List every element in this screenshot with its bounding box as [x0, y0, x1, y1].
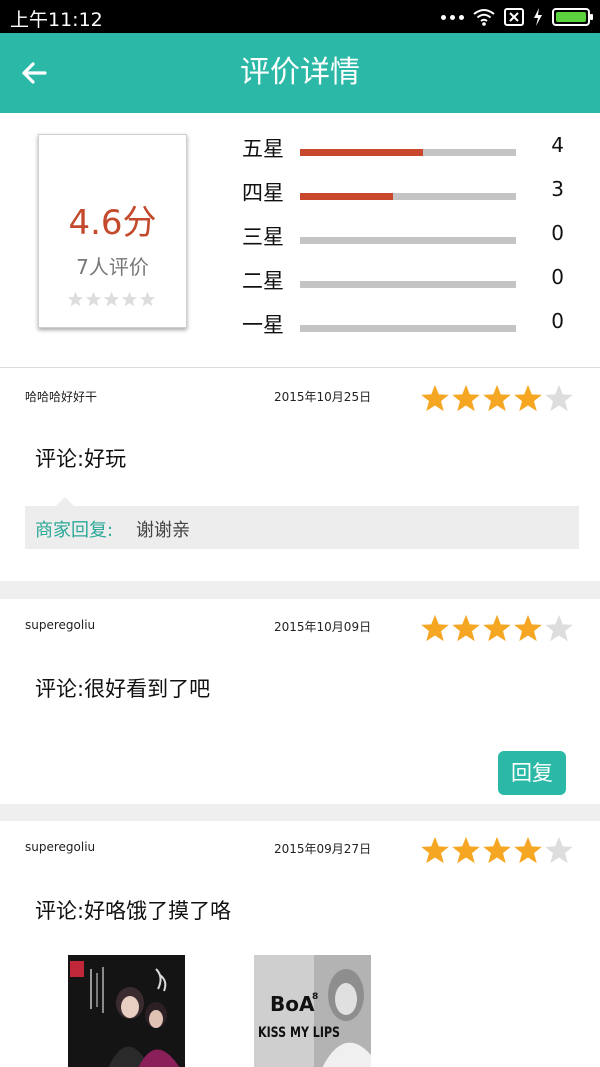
no-sim-icon: [504, 8, 524, 26]
boa-kiss-my-lips-cover-image[interactable]: BoA 8 KISS MY LIPS: [254, 955, 371, 1067]
distribution-count: 0: [551, 309, 564, 333]
distribution-row-4: 四星 3: [242, 177, 572, 207]
reply-button[interactable]: 回复: [498, 751, 566, 795]
star-filled-icon: [421, 614, 449, 642]
album-cover-art: [68, 955, 185, 1067]
distribution-count: 0: [551, 221, 564, 245]
status-icons: [441, 6, 593, 28]
distribution-row-2: 二星 0: [242, 265, 572, 295]
more-dots-icon: [441, 14, 464, 20]
reply-notch: [56, 497, 74, 506]
star-icon: [139, 291, 156, 307]
distribution-label: 一星: [242, 313, 284, 337]
merchant-reply-text: 谢谢亲: [136, 520, 190, 541]
review-item: superegoliu 2015年09月27日 评论:好咯饿了摸了咯 BoA 8…: [0, 821, 600, 1067]
star-filled-icon: [483, 836, 511, 864]
app-bar: 评价详情: [0, 33, 600, 113]
review-username: superegoliu: [25, 618, 96, 632]
cover-sup-text: 8: [312, 992, 318, 1002]
distribution-bar: [300, 149, 516, 156]
status-bar: 上午11:12: [0, 0, 600, 33]
star-filled-icon: [421, 836, 449, 864]
distribution-bar: [300, 193, 516, 200]
distribution-fill: [300, 193, 393, 200]
status-time: 上午11:12: [10, 9, 103, 31]
review-comment: 评论:好咯饿了摸了咯: [35, 899, 232, 923]
star-filled-icon: [514, 384, 542, 412]
distribution-label: 二星: [242, 269, 284, 293]
summary-stars: [67, 291, 156, 307]
battery-icon: [552, 8, 593, 26]
star-filled-icon: [483, 384, 511, 412]
distribution-bar: [300, 281, 516, 288]
rating-summary: 4.6分 7人评价 五星 4 四星 3 三星 0 二星 0 一星 0: [0, 113, 600, 368]
distribution-count: 3: [551, 177, 564, 201]
star-icon: [85, 291, 102, 307]
review-item: 哈哈哈好好干 2015年10月25日 评论:好玩 商家回复: 谢谢亲: [0, 369, 600, 581]
star-icon: [121, 291, 138, 307]
review-username: superegoliu: [25, 840, 96, 854]
distribution-bar: [300, 237, 516, 244]
star-icon: [103, 291, 120, 307]
review-comment: 评论:很好看到了吧: [35, 677, 211, 701]
distribution-row-5: 五星 4: [242, 133, 572, 163]
review-date: 2015年10月09日: [274, 620, 372, 634]
review-username: 哈哈哈好好干: [25, 390, 98, 404]
merchant-reply: 商家回复: 谢谢亲: [25, 506, 579, 549]
distribution-bar: [300, 325, 516, 332]
average-score: 4.6分: [68, 203, 157, 243]
cover-subtitle-text: KISS MY LIPS: [258, 1025, 340, 1041]
distribution-fill: [300, 149, 424, 156]
section-divider: [0, 581, 600, 599]
section-divider: [0, 804, 600, 821]
star-filled-icon: [483, 614, 511, 642]
review-stars: [420, 835, 574, 865]
star-filled-icon: [514, 836, 542, 864]
score-card: 4.6分 7人评价: [38, 134, 187, 328]
star-filled-icon: [452, 836, 480, 864]
distribution-row-3: 三星 0: [242, 221, 572, 251]
distribution-label: 五星: [242, 137, 284, 161]
distribution-count: 4: [551, 133, 564, 157]
distribution-label: 四星: [242, 181, 284, 205]
review-stars: [420, 383, 574, 413]
cover-title-text: BoA: [270, 992, 315, 1016]
star-filled-icon: [421, 384, 449, 412]
review-date: 2015年10月25日: [274, 390, 372, 404]
album-cover-image[interactable]: [68, 955, 185, 1067]
review-item: superegoliu 2015年10月09日 评论:很好看到了吧 回复: [0, 599, 600, 804]
star-empty-icon: [545, 384, 573, 412]
star-filled-icon: [452, 384, 480, 412]
boa-cover-art: BoA 8 KISS MY LIPS: [254, 955, 371, 1067]
review-count: 7人评价: [76, 255, 149, 279]
star-empty-icon: [545, 614, 573, 642]
review-stars: [420, 613, 574, 643]
review-date: 2015年09月27日: [274, 842, 372, 856]
star-filled-icon: [514, 614, 542, 642]
distribution-label: 三星: [242, 225, 284, 249]
distribution-row-1: 一星 0: [242, 309, 572, 339]
star-icon: [67, 291, 84, 307]
charging-icon: [534, 8, 542, 26]
star-empty-icon: [545, 836, 573, 864]
review-comment: 评论:好玩: [35, 447, 127, 471]
star-filled-icon: [452, 614, 480, 642]
merchant-reply-label: 商家回复:: [35, 520, 114, 541]
wifi-icon: [473, 9, 495, 26]
page-title: 评价详情: [240, 55, 360, 90]
distribution-count: 0: [551, 265, 564, 289]
